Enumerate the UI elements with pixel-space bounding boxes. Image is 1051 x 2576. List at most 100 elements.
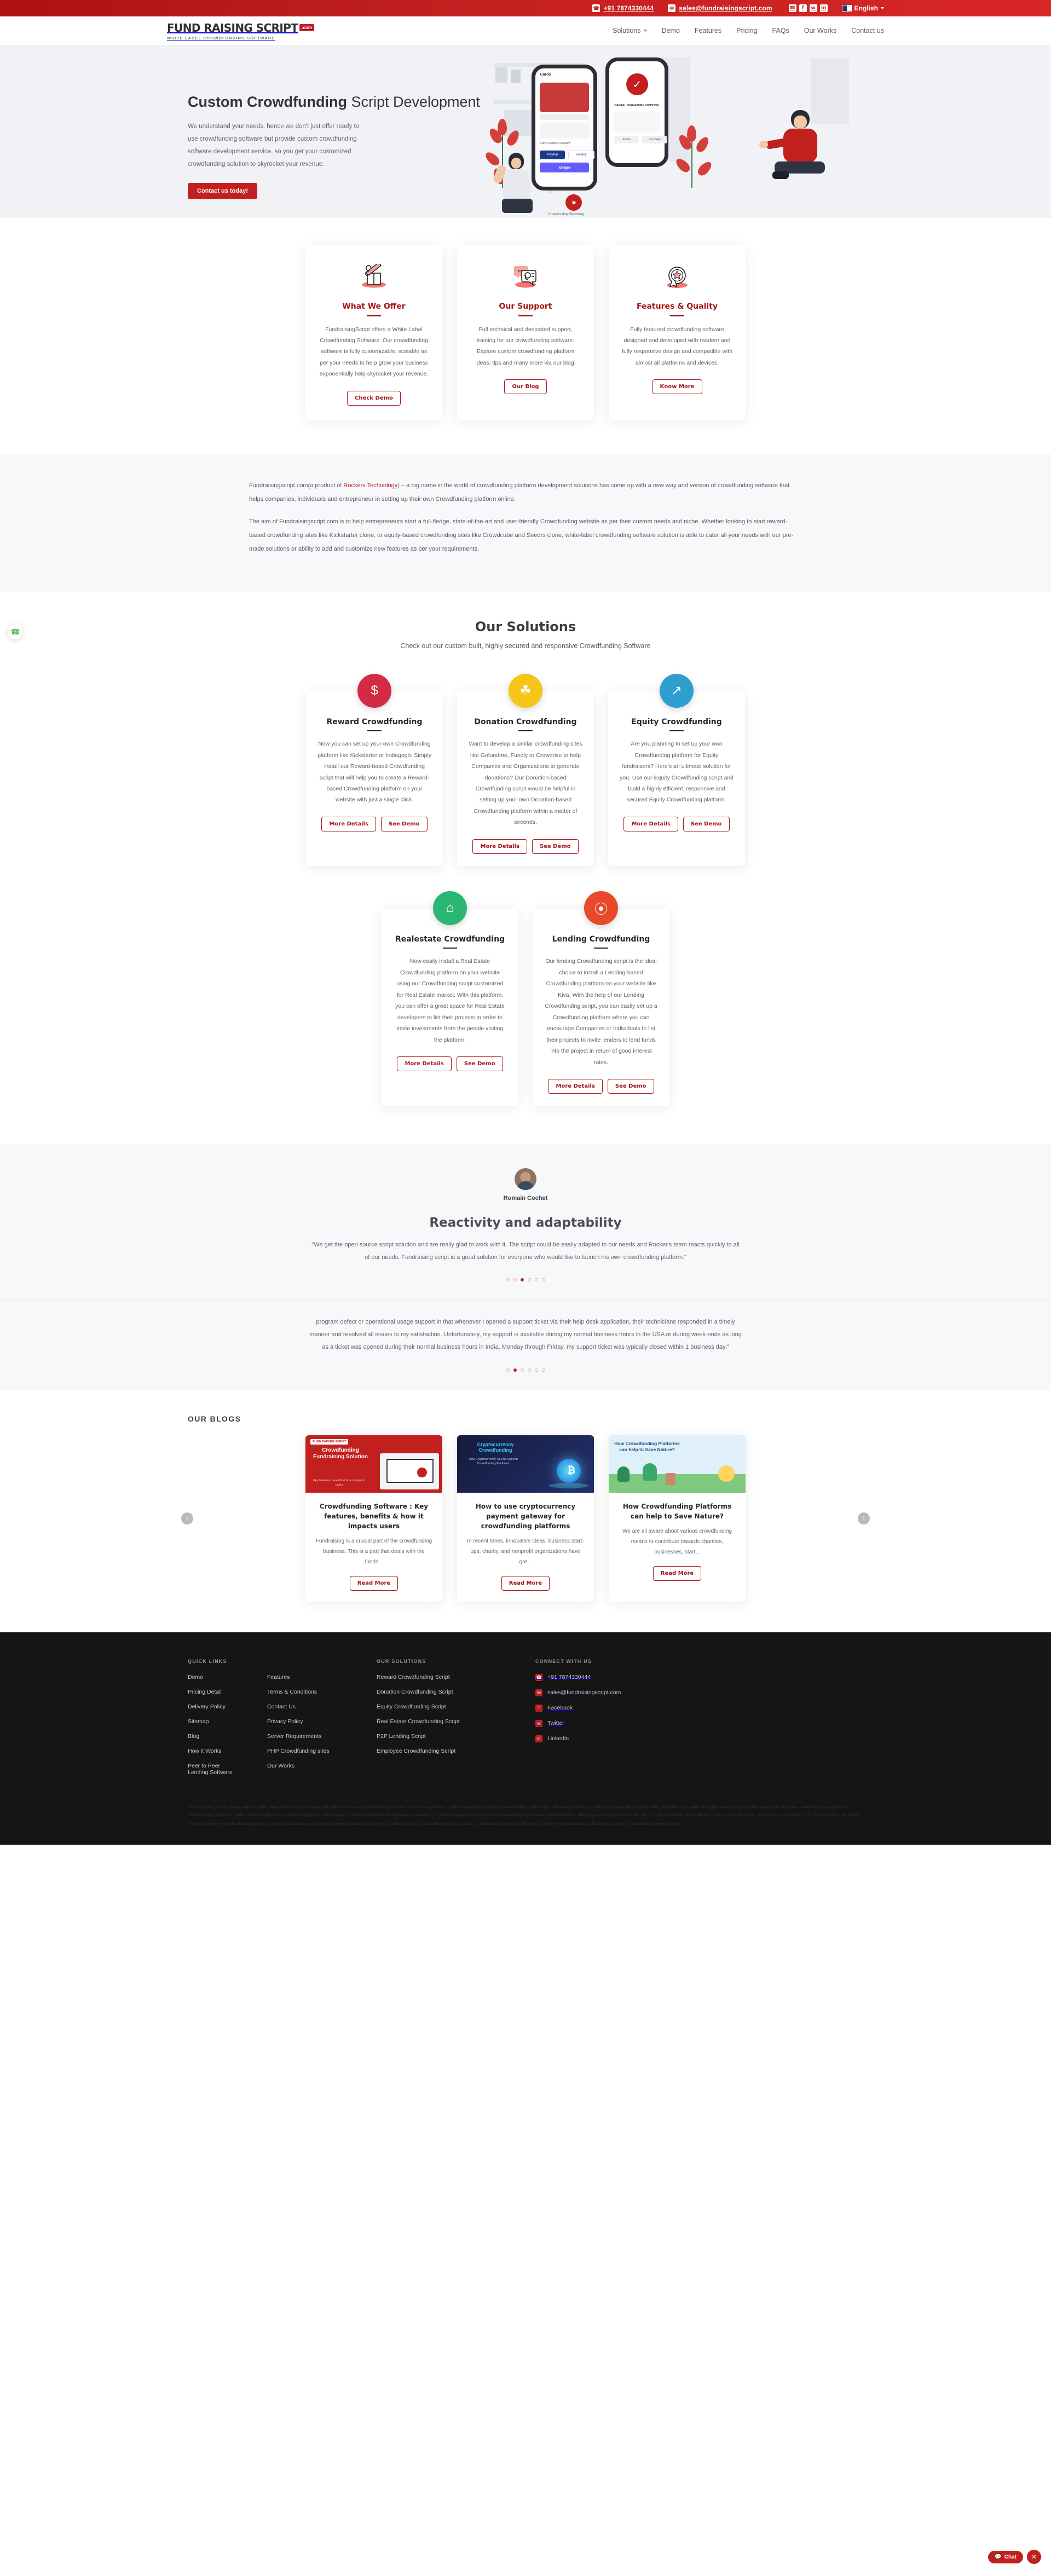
divider (367, 730, 382, 732)
footer-link[interactable]: Real Estate Crowdfunding Script (377, 1718, 508, 1725)
pagination-dot-active[interactable] (520, 1278, 524, 1282)
whatsapp-icon[interactable]: ☎ (8, 624, 23, 639)
see-demo-button[interactable]: See Demo (532, 839, 579, 854)
chat-button[interactable]: 💬 Chat (988, 2550, 1023, 2563)
pagination-dot-active[interactable] (513, 1368, 517, 1372)
footer-email-link[interactable]: ✉ sales@fundraisingscript.com (535, 1689, 639, 1696)
hero-title-bold: Custom Crowdfunding (188, 94, 347, 110)
pagination-dot[interactable] (506, 1368, 510, 1372)
twitter-icon: w (535, 1719, 542, 1727)
footer-col-connect: CONNECT WITH US ☎ +91 7874330444 ✉ sales… (535, 1659, 667, 1784)
topbar-email-link[interactable]: ✉ sales@fundraisingscript.com (668, 4, 772, 12)
footer-link[interactable]: Blog (188, 1733, 240, 1740)
nav-item-our-works[interactable]: Our Works (804, 27, 837, 34)
footer-link[interactable]: Privacy Policy (267, 1718, 349, 1725)
footer-link[interactable]: Contact Us (267, 1703, 349, 1710)
twitter-icon[interactable]: w (809, 4, 817, 12)
footer-link[interactable]: How it Works (188, 1748, 240, 1754)
growth-chart-icon: ↗ (660, 673, 694, 708)
mail-icon: ✉ (668, 4, 676, 12)
footer-link[interactable]: P2P Lending Script (377, 1733, 508, 1740)
read-more-button[interactable]: Read More (349, 1575, 399, 1591)
crowdfunding-save-nature-thumbnail: How Crowdfunding Platforms can help to S… (609, 1435, 746, 1493)
blog-excerpt: We are all aware about various crowdfund… (622, 1528, 732, 1555)
pagination-dot[interactable] (520, 1368, 524, 1372)
see-demo-button[interactable]: See Demo (683, 816, 730, 831)
footer-link[interactable]: Donation Crowdfunding Script (377, 1689, 508, 1695)
know-more-button[interactable]: Know More (652, 379, 702, 395)
nav-item-pricing[interactable]: Pricing (736, 27, 757, 34)
nav-item-demo[interactable]: Demo (662, 27, 680, 34)
pagination-dot[interactable] (534, 1278, 538, 1282)
offer-cards-section: What We Offer FundraisingScript offers a… (0, 218, 1051, 454)
site-logo[interactable]: FUND RAISING SCRIPT .com WHITE LABEL CRO… (167, 21, 314, 41)
footer-link[interactable]: Our Works (267, 1763, 349, 1769)
more-details-button[interactable]: More Details (472, 839, 527, 854)
divider (669, 730, 684, 732)
more-details-button[interactable]: More Details (397, 1056, 452, 1072)
pagination-dot[interactable] (541, 1278, 545, 1282)
footer-link[interactable]: Peer to Peer Lending Software (188, 1763, 240, 1776)
rockers-technology-link[interactable]: Rockers Technology (343, 482, 397, 489)
blog-excerpt: Fundraising is a crucial part of the cro… (315, 1538, 432, 1565)
intro-paragraph-1: Fundraisingscript.com(a product of Rocke… (249, 479, 802, 506)
pagination-dot[interactable] (527, 1368, 531, 1372)
solution-card: ⌂ Realestate Crowdfunding Now easily ins… (382, 891, 518, 1106)
nav-item-faqs[interactable]: FAQs (772, 27, 789, 34)
footer-twitter-link[interactable]: w Twitter (535, 1719, 639, 1727)
pagination-dot[interactable] (527, 1278, 531, 1282)
whatsapp-icon[interactable]: ☎ (788, 4, 796, 12)
footer-linkedin-link[interactable]: in Linkedin (535, 1735, 639, 1742)
footer-link[interactable]: Equity Crowdfunding Script (377, 1703, 508, 1710)
more-details-button[interactable]: More Details (623, 816, 678, 831)
footer-link[interactable]: Demo (188, 1674, 240, 1680)
blog-title: How Crowdfunding Platforms can help to S… (622, 1502, 732, 1520)
quality-badge-icon (621, 262, 734, 291)
footer-link[interactable]: Sitemap (188, 1718, 240, 1725)
testimonial-quote: "We get the open source script solution … (311, 1241, 740, 1261)
footer-phone-link[interactable]: ☎ +91 7874330444 (535, 1673, 639, 1681)
footer-link[interactable]: Employee Crowdfunding Script (377, 1748, 508, 1754)
nav-item-features[interactable]: Features (695, 27, 721, 34)
footer-link[interactable]: Features (267, 1674, 349, 1680)
footer-link[interactable]: Delivery Policy (188, 1703, 240, 1710)
footer-facebook-link[interactable]: f Facebook (535, 1704, 639, 1712)
pagination-dot[interactable] (513, 1278, 517, 1282)
blog-card[interactable]: Cryptocurrency Crowdfunding How Cryptocu… (457, 1435, 594, 1602)
linkedin-icon[interactable]: in (819, 4, 828, 12)
pagination-dot[interactable] (506, 1278, 510, 1282)
hero-title: Custom Crowdfunding Script Development (188, 93, 482, 112)
footer-link[interactable]: Pricing Detail (188, 1689, 240, 1695)
see-demo-button[interactable]: See Demo (607, 1079, 654, 1094)
phone-icon: ☎ (535, 1673, 542, 1681)
pagination-dot[interactable] (534, 1368, 538, 1372)
footer-link-label: +91 7874330444 (547, 1674, 591, 1680)
read-more-button[interactable]: Read More (652, 1566, 702, 1581)
nav-item-contact-us[interactable]: Contact us (851, 27, 884, 34)
hero-cta-button[interactable]: Contact us today! (188, 182, 257, 199)
language-selector[interactable]: English (841, 4, 884, 12)
chat-close-button[interactable]: ✕ (1027, 2550, 1041, 2564)
facebook-icon[interactable]: f (799, 4, 807, 12)
more-details-button[interactable]: More Details (548, 1079, 603, 1094)
footer-link[interactable]: Server Requirements (267, 1733, 349, 1740)
blog-card[interactable]: How Crowdfunding Platforms can help to S… (609, 1435, 746, 1602)
nav-item-solutions[interactable]: Solutions (613, 27, 647, 34)
check-demo-button[interactable]: Check Demo (347, 390, 401, 406)
more-details-button[interactable]: More Details (321, 816, 376, 831)
blog-carousel-prev[interactable]: ‹ (181, 1512, 193, 1524)
blog-carousel-next[interactable]: › (858, 1512, 870, 1524)
see-demo-button[interactable]: See Demo (456, 1056, 503, 1072)
blog-card[interactable]: FUND RAISING SCRIPT Crowdfunding Fundrai… (305, 1435, 442, 1602)
see-demo-button[interactable]: See Demo (380, 816, 428, 831)
pagination-dot[interactable] (541, 1368, 545, 1372)
footer-link[interactable]: PHP Crowdfunding sites (267, 1748, 349, 1754)
solution-card: ☘ Donation Crowdfunding Want to develop … (457, 673, 594, 866)
our-blog-button[interactable]: Our Blog (504, 379, 547, 395)
solution-title: Equity Crowdfunding (631, 717, 722, 726)
chat-label: Chat (1004, 2554, 1017, 2560)
topbar-phone-link[interactable]: ☎ +91 7874330444 (592, 4, 654, 12)
read-more-button[interactable]: Read More (501, 1575, 550, 1591)
footer-link[interactable]: Reward Crowdfunding Script (377, 1674, 508, 1680)
footer-link[interactable]: Terms & Conditions (267, 1689, 349, 1695)
